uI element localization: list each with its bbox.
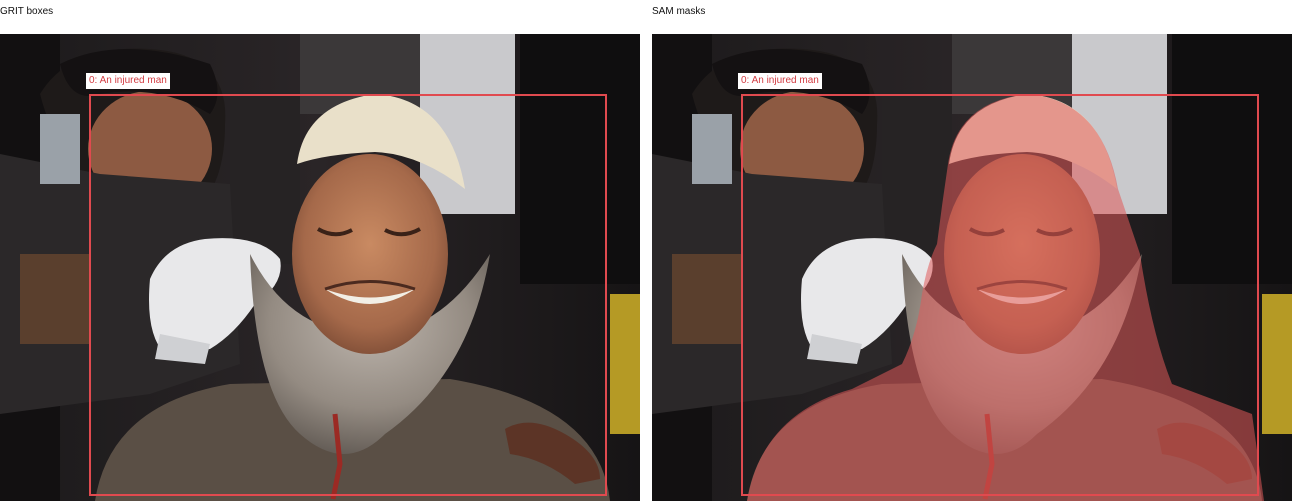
panel-title-grit: GRIT boxes xyxy=(0,6,54,17)
grit-panel: 0: An injured man xyxy=(0,34,640,501)
bounding-box xyxy=(89,94,607,496)
sam-panel: 0: An injured man xyxy=(652,34,1292,501)
bounding-box-label: 0: An injured man xyxy=(86,73,170,89)
panel-title-sam: SAM masks xyxy=(652,6,706,17)
figure: GRIT boxes 0: An injured man SAM masks 0… xyxy=(0,0,1292,501)
bounding-box xyxy=(741,94,1259,496)
bounding-box-label: 0: An injured man xyxy=(738,73,822,89)
